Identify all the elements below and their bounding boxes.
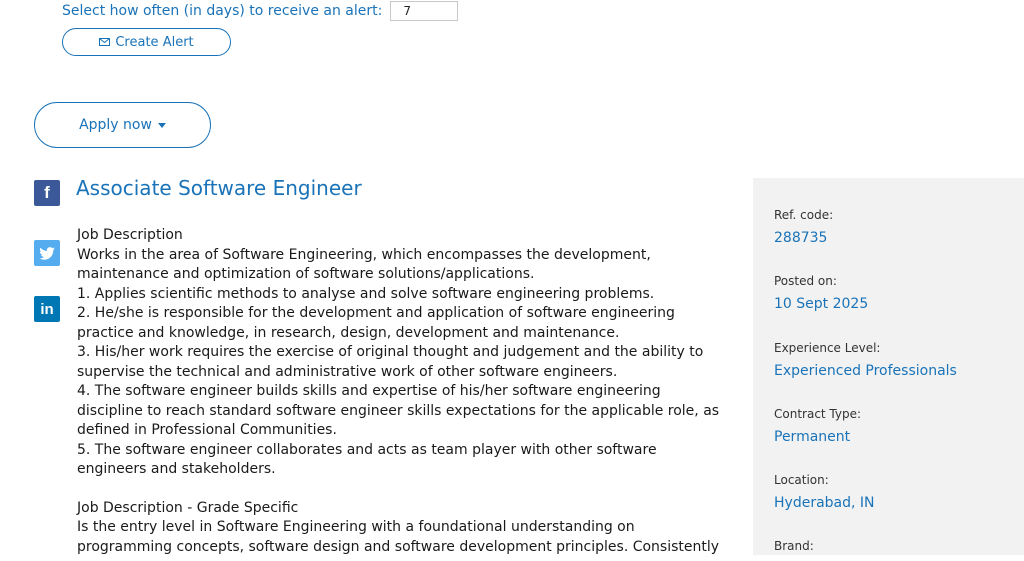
brand-block: Brand:: [774, 539, 814, 561]
desc-line: 3. His/her work requires the exercise of…: [77, 344, 704, 360]
desc-line: practice and knowledge, in research, des…: [77, 324, 620, 341]
posted-on-value: 10 Sept 2025: [774, 296, 869, 312]
create-alert-button[interactable]: Create Alert: [62, 28, 231, 56]
desc-line: defined in Professional Communities.: [77, 422, 337, 438]
caret-down-icon: [157, 123, 166, 128]
desc-line: 5. The software engineer collaborates an…: [77, 441, 657, 458]
alert-days-input[interactable]: 7: [390, 1, 459, 21]
contract-type-block: Contract Type: Permanent: [774, 407, 861, 445]
contract-type-value[interactable]: Permanent: [774, 429, 861, 445]
job-description: Job Description Works in the area of Sof…: [77, 226, 747, 557]
apply-now-button[interactable]: Apply now: [34, 102, 211, 148]
desc-line: 4. The software engineer builds skills a…: [77, 383, 661, 399]
posted-on-label: Posted on:: [774, 274, 837, 288]
experience-level-block: Experience Level: Experienced Profession…: [774, 341, 957, 379]
job-title: Associate Software Engineer: [76, 176, 362, 200]
desc-line: engineers and stakeholders.: [77, 461, 276, 477]
twitter-share-icon[interactable]: [34, 240, 60, 266]
linkedin-glyph: in: [40, 300, 54, 318]
desc-line: supervise the technical and administrati…: [77, 363, 618, 380]
desc-line: discipline to reach standard software en…: [77, 402, 720, 419]
desc-spacer: [77, 480, 747, 499]
contract-type-label: Contract Type:: [774, 407, 862, 421]
posted-on-block: Posted on: 10 Sept 2025: [774, 274, 868, 312]
location-block: Location: Hyderabad, IN: [774, 473, 875, 511]
desc-grade-heading: Job Description - Grade Specific: [77, 499, 299, 516]
twitter-bird-icon: [39, 246, 55, 260]
linkedin-share-icon[interactable]: in: [34, 296, 60, 322]
location-label: Location:: [774, 473, 829, 487]
experience-level-label: Experience Level:: [774, 341, 881, 355]
desc-line: Is the entry level in Software Engineeri…: [77, 519, 635, 535]
desc-line: programming concepts, software design an…: [77, 538, 720, 555]
ref-code-value: 288735: [774, 230, 828, 246]
ref-code-label: Ref. code:: [774, 208, 834, 222]
brand-label: Brand:: [774, 539, 814, 553]
desc-line: Works in the area of Software Engineerin…: [77, 246, 651, 263]
envelope-icon: [99, 38, 111, 46]
create-alert-label: Create Alert: [115, 34, 194, 50]
desc-line: maintenance and optimization of software…: [77, 266, 535, 282]
facebook-share-icon[interactable]: f: [34, 180, 60, 206]
desc-line: 1. Applies scientific methods to analyse…: [77, 285, 655, 302]
location-value[interactable]: Hyderabad, IN: [774, 495, 875, 511]
alert-frequency-label: Select how often (in days) to receive an…: [62, 3, 383, 19]
facebook-glyph: f: [44, 183, 50, 202]
apply-now-label: Apply now: [79, 117, 152, 133]
ref-code-block: Ref. code: 288735: [774, 208, 833, 246]
alert-frequency-row: Select how often (in days) to receive an…: [62, 0, 459, 22]
experience-level-value[interactable]: Experienced Professionals: [774, 363, 957, 379]
desc-line: 2. He/she is responsible for the develop…: [77, 305, 675, 321]
desc-heading: Job Description: [77, 227, 183, 243]
job-details-sidebar: Ref. code: 288735 Posted on: 10 Sept 202…: [753, 178, 1024, 555]
